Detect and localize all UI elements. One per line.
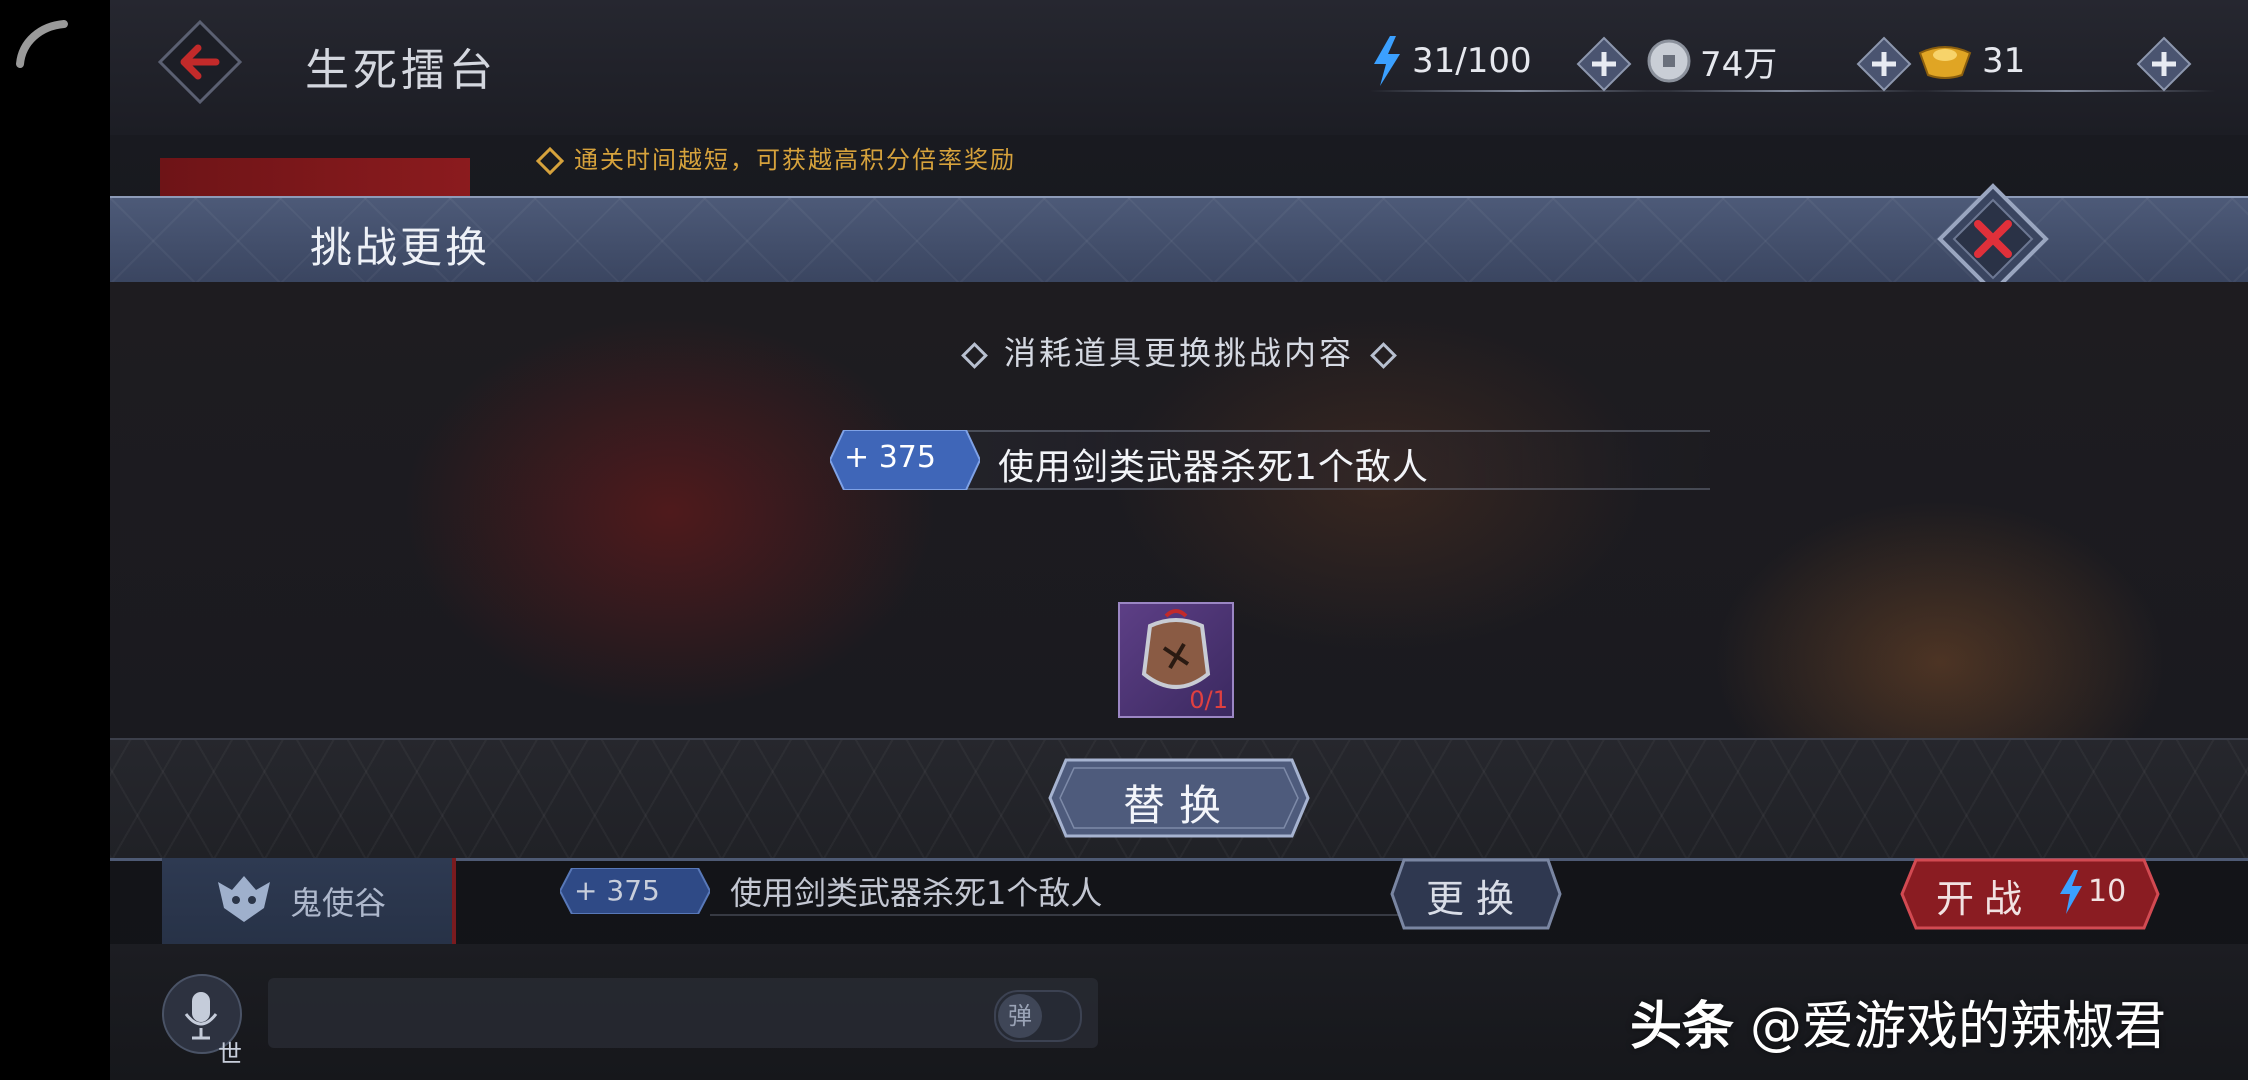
points-value: + 375: [844, 440, 936, 475]
modal-header: 挑战更换: [110, 183, 2248, 295]
fight-cost: 10: [2088, 874, 2127, 909]
task-description: 使用剑类武器杀死1个敌人: [730, 874, 1103, 912]
item-count: 0/1: [1189, 686, 1228, 714]
device-edge: [0, 0, 110, 1080]
demon-mask-icon: [218, 876, 270, 922]
modal-title: 挑战更换: [310, 223, 491, 272]
replace-button-label: 替换: [1122, 781, 1235, 830]
swap-button-label: 更换: [1425, 877, 1526, 921]
lightning-icon: [2060, 870, 2082, 914]
points-number: 375: [606, 874, 660, 907]
silver-coin-icon: [1647, 39, 1691, 83]
points-tag-label: + 375: [560, 868, 710, 914]
barrage-toggle-label: 弹: [998, 994, 1042, 1038]
stamina-value: 31/100: [1412, 41, 1532, 81]
watermark: 头条 @爱游戏的辣椒君: [1630, 984, 2166, 1059]
add-stamina-button[interactable]: [1576, 36, 1632, 92]
challenge-row: 鬼使谷 + 375 使用剑类武器杀死1个敌人 更换 开战 10: [110, 858, 2248, 944]
back-arrow-icon[interactable]: [158, 20, 242, 104]
score-hint-text: 通关时间越短，可获越高积分倍率奖励: [574, 146, 1016, 174]
add-gold-button[interactable]: [2136, 36, 2192, 92]
stamina-counter: 31/100: [1370, 36, 1690, 92]
gold-ingot-icon: [1918, 46, 1972, 79]
camera-notch-icon: [16, 20, 68, 68]
page-title: 生死擂台: [305, 45, 497, 96]
diamond-icon: [961, 341, 988, 369]
chat-input[interactable]: [268, 978, 1098, 1048]
token-item-slot[interactable]: 0/1: [1118, 602, 1234, 718]
fight-button-label: 开战: [1936, 877, 2033, 921]
close-icon[interactable]: [1936, 182, 2050, 296]
start-fight-button[interactable]: 开战 10: [1900, 858, 2160, 930]
modal-body: 消耗道具更换挑战内容 + 375 使用剑类武器杀死1个敌人 0/1: [110, 282, 2248, 738]
faction-tab[interactable]: 鬼使谷: [162, 858, 456, 944]
score-hint: 通关时间越短，可获越高积分倍率奖励: [535, 140, 1016, 176]
lightning-icon: [1374, 36, 1400, 86]
swap-button[interactable]: 更换: [1390, 858, 1562, 930]
game-screen: 生死擂台 31/100 74万 31 通关时间越短，可获越高积分倍率奖励 挑战更…: [110, 0, 2248, 1080]
watermark-brand: 头条: [1630, 997, 1735, 1057]
add-silver-button[interactable]: [1856, 36, 1912, 92]
points-number: 375: [878, 440, 936, 475]
points-tag-label: + 375: [830, 430, 980, 490]
selected-tab-edge: [160, 158, 470, 198]
points-value: + 375: [574, 874, 660, 907]
gold-value: 31: [1982, 41, 2026, 81]
top-bar: 生死擂台 31/100 74万 31: [110, 0, 2248, 135]
silver-value: 74万: [1700, 44, 1778, 85]
modal-subtitle-text: 消耗道具更换挑战内容: [1003, 334, 1354, 372]
diamond-icon: [535, 146, 565, 176]
replace-button[interactable]: 替换: [1048, 758, 1310, 838]
challenge-task: + 375 使用剑类武器杀死1个敌人: [830, 430, 1710, 490]
watermark-handle: @爱游戏的辣椒君: [1750, 997, 2167, 1057]
task-description: 使用剑类武器杀死1个敌人: [998, 447, 1429, 488]
modal-footer: 替换: [110, 738, 2248, 861]
diamond-icon: [1370, 341, 1397, 369]
barrage-toggle[interactable]: 弹: [994, 990, 1082, 1042]
modal-subtitle: 消耗道具更换挑战内容: [110, 328, 2248, 374]
chat-channel: 世: [218, 1040, 242, 1068]
faction-name: 鬼使谷: [290, 884, 387, 922]
